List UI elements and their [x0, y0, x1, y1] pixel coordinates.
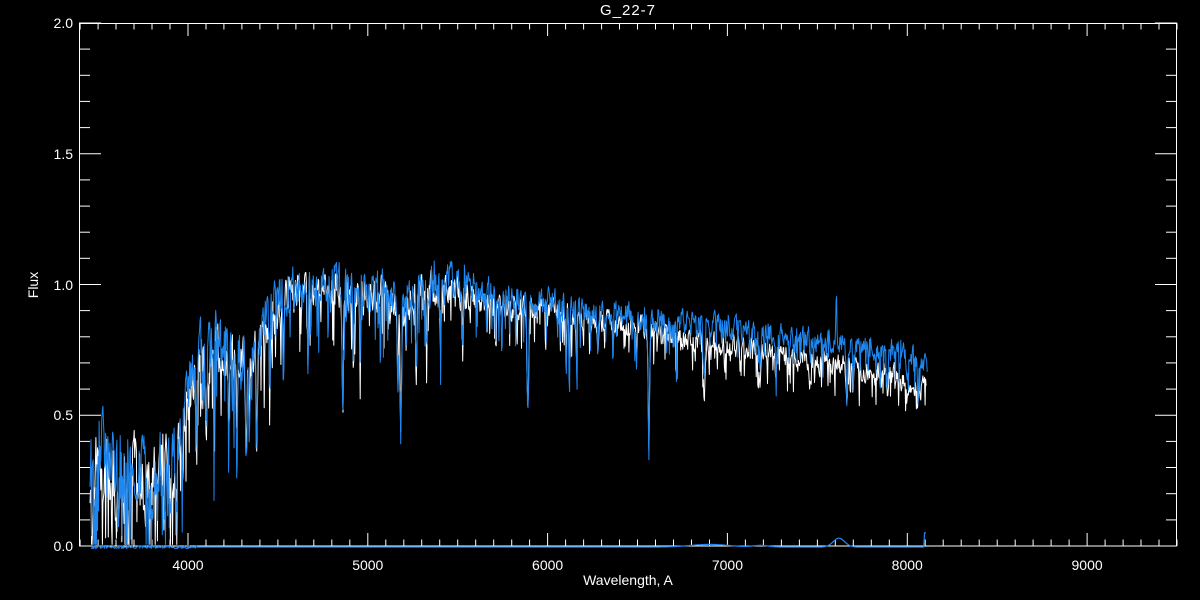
- x-tick-label: 5000: [352, 558, 383, 572]
- y-tick-label: 0.0: [54, 539, 73, 553]
- x-tick-label: 7000: [712, 558, 743, 572]
- y-tick-label: 1.5: [54, 147, 73, 161]
- y-tick-label: 2.0: [54, 16, 73, 30]
- y-tick-label: 0.5: [54, 408, 73, 422]
- plot-window: G_22-7 Wavelength, A Flux 4000 5000 6000 70…: [0, 0, 1200, 600]
- y-tick-label: 1.0: [54, 278, 73, 292]
- y-axis-label: Flux: [26, 271, 40, 297]
- x-tick-label: 4000: [172, 558, 203, 572]
- chart-title: G_22-7: [600, 4, 656, 18]
- x-tick-label: 6000: [532, 558, 563, 572]
- plot-background: [0, 0, 1200, 600]
- x-axis-label: Wavelength, A: [583, 573, 673, 587]
- x-tick-label: 9000: [1072, 558, 1103, 572]
- x-tick-label: 8000: [892, 558, 923, 572]
- spectrum-plot-canvas: [0, 0, 1200, 600]
